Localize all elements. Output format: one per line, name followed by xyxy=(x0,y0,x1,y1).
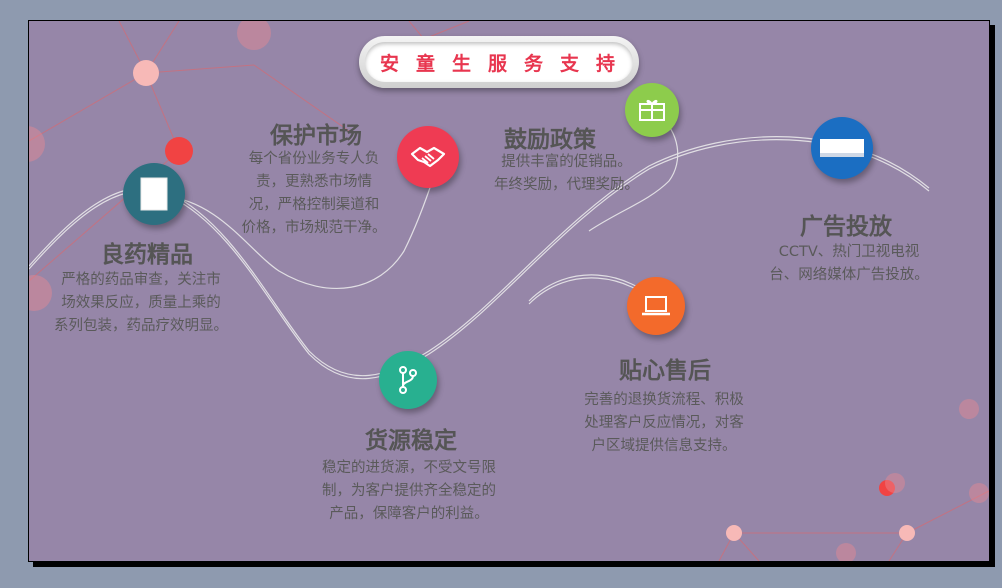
branch-icon xyxy=(399,366,417,394)
aftersale-description: 完善的退换货流程、积极 处理客户反应情况，对客 户区域提供信息支持。 xyxy=(569,389,759,458)
description-line: 产品，保障客户的利益。 xyxy=(329,506,489,522)
policy-description: 提供丰富的促销品。 年终奖励，代理奖励。 xyxy=(484,151,649,197)
quality-node xyxy=(123,163,185,225)
ads-node xyxy=(811,117,873,179)
title-badge: 安童生服务支持 xyxy=(359,36,639,88)
handshake-icon xyxy=(410,146,446,168)
description-line: 责，更熟悉市场情 xyxy=(256,174,372,190)
market-node xyxy=(397,126,459,188)
description-line: 制，为客户提供齐全稳定的 xyxy=(322,483,496,499)
ads-heading: 广告投放 xyxy=(800,214,892,240)
supply-node xyxy=(379,351,437,409)
description-line: 每个省份业务专人负 xyxy=(248,151,380,167)
gift-icon xyxy=(639,99,665,121)
aftersale-heading: 贴心售后 xyxy=(619,358,711,384)
main-panel: 安童生服务支持 良药精品 严格的药品审查，关注市 场效果反应，质量上乘的 系列包… xyxy=(28,20,990,562)
description-line: 提供丰富的促销品。 xyxy=(501,154,632,170)
market-heading: 保护市场 xyxy=(270,123,362,149)
policy-node xyxy=(625,83,679,137)
quality-description: 严格的药品审查，关注市 场效果反应，质量上乘的 系列包装，药品疗效明显。 xyxy=(51,269,231,338)
supply-description: 稳定的进货源，不受文号限 制，为客户提供齐全稳定的 产品，保障客户的利益。 xyxy=(309,457,509,526)
laptop-icon xyxy=(642,296,670,316)
ads-description: CCTV、热门卫视电视 台、网络媒体广告投放。 xyxy=(754,241,944,287)
description-line: 稳定的进货源，不受文号限 xyxy=(322,460,496,476)
description-line: 价格，市场规范干净。 xyxy=(241,220,387,236)
description-line: 年终奖励，代理奖励。 xyxy=(494,177,639,193)
description-line: 完善的退换货流程、积极 xyxy=(584,392,744,408)
quality-heading: 良药精品 xyxy=(101,242,193,268)
description-line: 场效果反应，质量上乘的 xyxy=(61,295,221,311)
card-icon xyxy=(820,139,864,157)
description-line: 户区域提供信息支持。 xyxy=(591,438,737,454)
description-line: 台、网络媒体广告投放。 xyxy=(769,267,929,283)
description-line: 严格的药品审查，关注市 xyxy=(61,272,221,288)
document-icon xyxy=(140,177,168,211)
page-title: 安童生服务支持 xyxy=(365,42,633,82)
market-description: 每个省份业务专人负 责，更熟悉市场情 况，严格控制渠道和 价格，市场规范干净。 xyxy=(229,148,399,240)
description-line: 况，严格控制渠道和 xyxy=(248,197,380,213)
supply-heading: 货源稳定 xyxy=(365,428,457,454)
description-line: CCTV、热门卫视电视 xyxy=(778,244,920,260)
aftersale-node xyxy=(627,277,685,335)
description-line: 系列包装，药品疗效明显。 xyxy=(54,318,228,334)
description-line: 处理客户反应情况，对客 xyxy=(584,415,744,431)
policy-heading: 鼓励政策 xyxy=(504,127,596,153)
